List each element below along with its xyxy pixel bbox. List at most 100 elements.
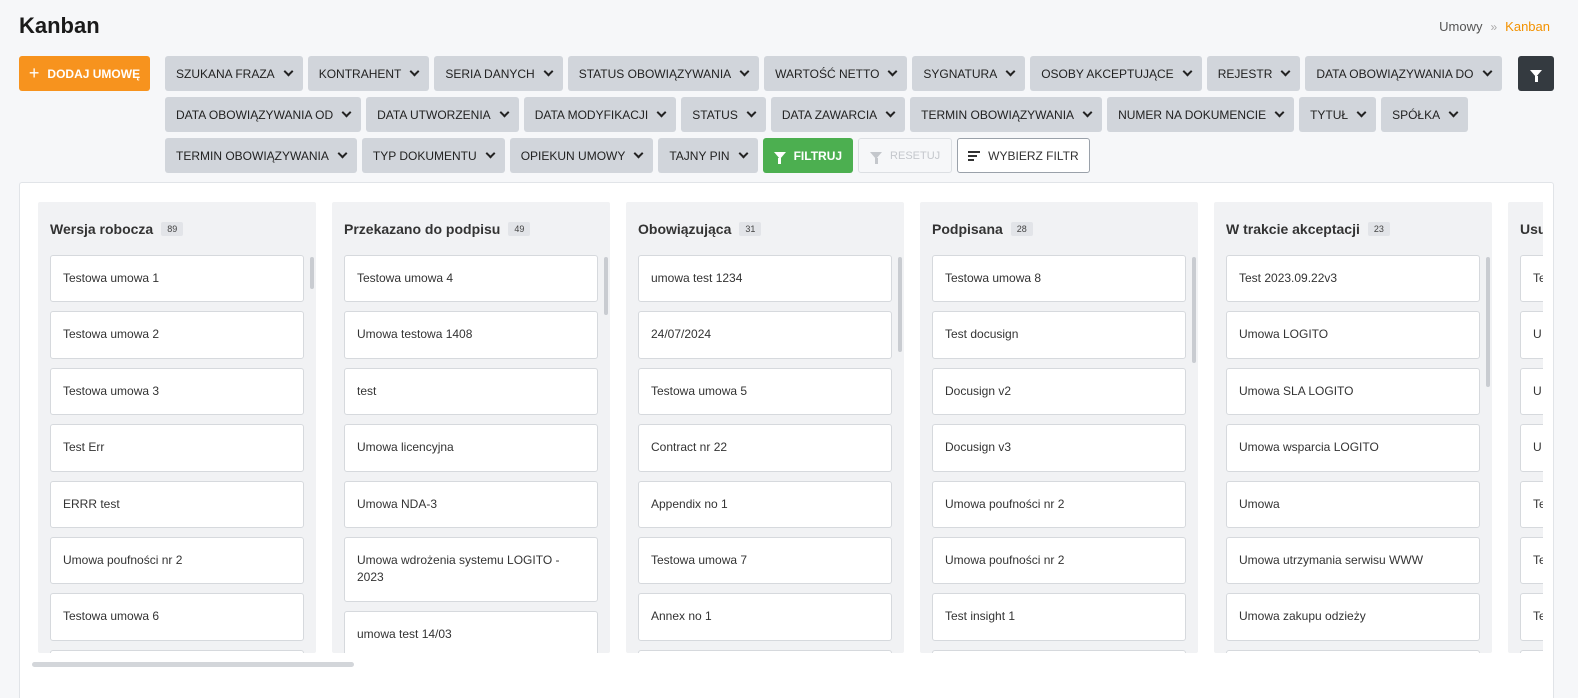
contract-card[interactable]: Test 2023.09.22v3 [1226,255,1480,303]
contract-card[interactable]: U [1520,424,1543,472]
contract-card[interactable]: Test [638,649,892,653]
column-scrollbar[interactable] [1192,257,1196,363]
filter-dropdown[interactable]: SYGNATURA [912,56,1026,91]
filter-dropdown[interactable]: KONTRAHENT [307,56,430,91]
contract-card[interactable]: Te [1520,649,1543,653]
funnel-icon [1530,70,1542,82]
filter-dropdown-label: TERMIN OBOWIĄZYWANIA [176,148,329,163]
contract-card[interactable]: ERRR test [50,480,304,528]
column-title: Wersja robocza [50,221,154,237]
contract-card[interactable]: U [1520,367,1543,416]
filter-dropdown[interactable]: TERMIN OBOWIĄZYWANIA [910,97,1103,132]
filter-dropdown-label: OPIEKUN UMOWY [520,148,626,163]
filter-dropdown[interactable]: TAJNY PIN [658,138,758,173]
contract-card[interactable]: Testowa umowa 2 [50,311,304,359]
contract-card[interactable]: 24/07/2024 [638,311,892,359]
filter-list-icon [968,150,981,161]
filter-dropdown[interactable]: DATA OBOWIĄZYWANIA DO [1305,56,1502,91]
contract-card[interactable]: Umowa poufności nr 2 [932,480,1186,528]
contract-card[interactable]: umowa test 1234 [638,255,892,303]
filter-dropdown[interactable]: DATA UTWORZENIA [366,97,519,132]
filter-dropdown[interactable]: TERMIN OBOWIĄZYWANIA [165,138,357,173]
contract-card[interactable]: Umowa poufności nr 2 [932,536,1186,585]
filter-row-2: DATA OBOWIĄZYWANIA OD DATA UTWORZENIA DATA… [165,97,1469,132]
contract-card[interactable]: Umowa wsparcia LOGITO [1226,424,1480,472]
contract-card[interactable]: Testowa umowa 3 [50,367,304,416]
filter-dropdown[interactable]: OPIEKUN UMOWY [509,138,654,173]
chevron-down-icon [499,107,510,118]
filter-dropdown[interactable]: SERIA DANYCH [434,56,563,91]
kanban-column: Podpisana 28 Testowa umowa 8 Test docusign D… [920,202,1198,653]
contract-card[interactable]: Umowa poufności nr 2 [50,536,304,585]
contract-card[interactable]: Annex no 1 [638,593,892,641]
column-count-badge: 28 [1010,222,1033,236]
column-title: W trakcie akceptacji [1226,221,1360,237]
filter-dropdown[interactable]: NUMER NA DOKUMENCIE [1107,97,1295,132]
contract-card[interactable]: umowa test 14/03 [344,610,598,653]
horizontal-scrollbar[interactable] [32,662,354,667]
contract-card[interactable]: Umowa licencyjna [344,424,598,472]
chevron-down-icon [887,66,898,77]
contract-card[interactable]: Testowa umowa 6 [50,593,304,641]
filter-dropdown[interactable]: SPÓŁKA [1381,97,1469,132]
filter-dropdown[interactable]: WARTOŚĆ NETTO [764,56,908,91]
contract-card[interactable]: Umowa testowa 1408 [344,311,598,359]
filter-dropdown[interactable]: REJESTR [1206,56,1301,91]
contract-card[interactable]: Umowa zakupu odzieży [1226,593,1480,641]
filter-dropdown[interactable]: DATA OBOWIĄZYWANIA OD [165,97,362,132]
contract-card[interactable]: Test docusign [932,311,1186,359]
choose-filter-button[interactable]: WYBIERZ FILTR [957,138,1090,173]
column-header: Przekazano do podpisu 49 [344,221,531,237]
column-scrollbar[interactable] [898,257,902,352]
filter-dropdown[interactable]: STATUS OBOWIĄZYWANIA [567,56,760,91]
contract-card[interactable]: U [1520,311,1543,359]
contract-card[interactable]: Umowa utrzymania serwisu WWW [1226,536,1480,585]
contract-card[interactable]: Te [1520,593,1543,641]
toggle-filters-button[interactable] [1518,56,1554,91]
contract-card[interactable]: Testowa umowa 1 [50,255,304,303]
filter-dropdown[interactable]: SZUKANA FRAZA [165,56,303,91]
column-count-badge: 49 [508,222,531,236]
plus-icon: + [28,62,40,83]
reset-filter-button[interactable]: RESETUJ [858,138,953,173]
column-count-badge: 23 [1367,222,1390,236]
contract-card[interactable]: Appendix no 1 [638,480,892,528]
contract-card[interactable]: Test Err [50,424,304,472]
funnel-off-icon [870,152,883,164]
filter-dropdown[interactable]: TYTUŁ [1299,97,1377,132]
contract-card[interactable]: Umowa LOGITO [1226,311,1480,359]
contract-card[interactable]: Test insight 1 [932,593,1186,641]
column-scrollbar[interactable] [1486,257,1490,387]
contract-card[interactable]: Testowa umowa 7 [638,536,892,585]
filter-dropdown[interactable]: DATA ZAWARCIA [770,97,906,132]
apply-filter-button[interactable]: FILTRUJ [762,138,854,173]
contract-card[interactable]: test [344,367,598,416]
chevron-down-icon [746,107,757,118]
contract-card[interactable]: test [50,649,304,653]
column-scrollbar[interactable] [604,257,608,315]
column-scrollbar[interactable] [310,257,314,289]
contract-card[interactable]: Umowa NDA-21 [1226,649,1480,653]
contract-card[interactable]: Umowa wdrożenia systemu LOGITO - 2023 [344,536,598,602]
contract-card[interactable]: Testowa umowa 9 [932,649,1186,653]
filter-dropdown[interactable]: OSOBY AKCEPTUJĄCE [1030,56,1202,91]
filter-dropdown[interactable]: STATUS [681,97,766,132]
contract-card[interactable]: Te [1520,480,1543,528]
contract-card[interactable]: Umowa NDA-3 [344,480,598,528]
add-contract-button[interactable]: + DODAJ UMOWĘ [19,56,150,91]
contract-card[interactable]: Contract nr 22 [638,424,892,472]
contract-card[interactable]: Umowa [1226,480,1480,528]
contract-card[interactable]: Umowa SLA LOGITO [1226,367,1480,416]
contract-card[interactable]: Testowa umowa 4 [344,255,598,303]
contract-card[interactable]: Docusign v3 [932,424,1186,472]
page-title: Kanban [19,13,100,38]
contract-card[interactable]: Testowa umowa 5 [638,367,892,416]
breadcrumb-item-umowy[interactable]: Umowy [1439,19,1482,34]
contract-card[interactable]: Te [1520,536,1543,585]
funnel-icon [773,152,786,164]
contract-card[interactable]: Docusign v2 [932,367,1186,416]
filter-dropdown[interactable]: DATA MODYFIKACJI [523,97,677,132]
contract-card[interactable]: Te [1520,255,1543,303]
filter-dropdown[interactable]: TYP DOKUMENTU [361,138,505,173]
contract-card[interactable]: Testowa umowa 8 [932,255,1186,303]
